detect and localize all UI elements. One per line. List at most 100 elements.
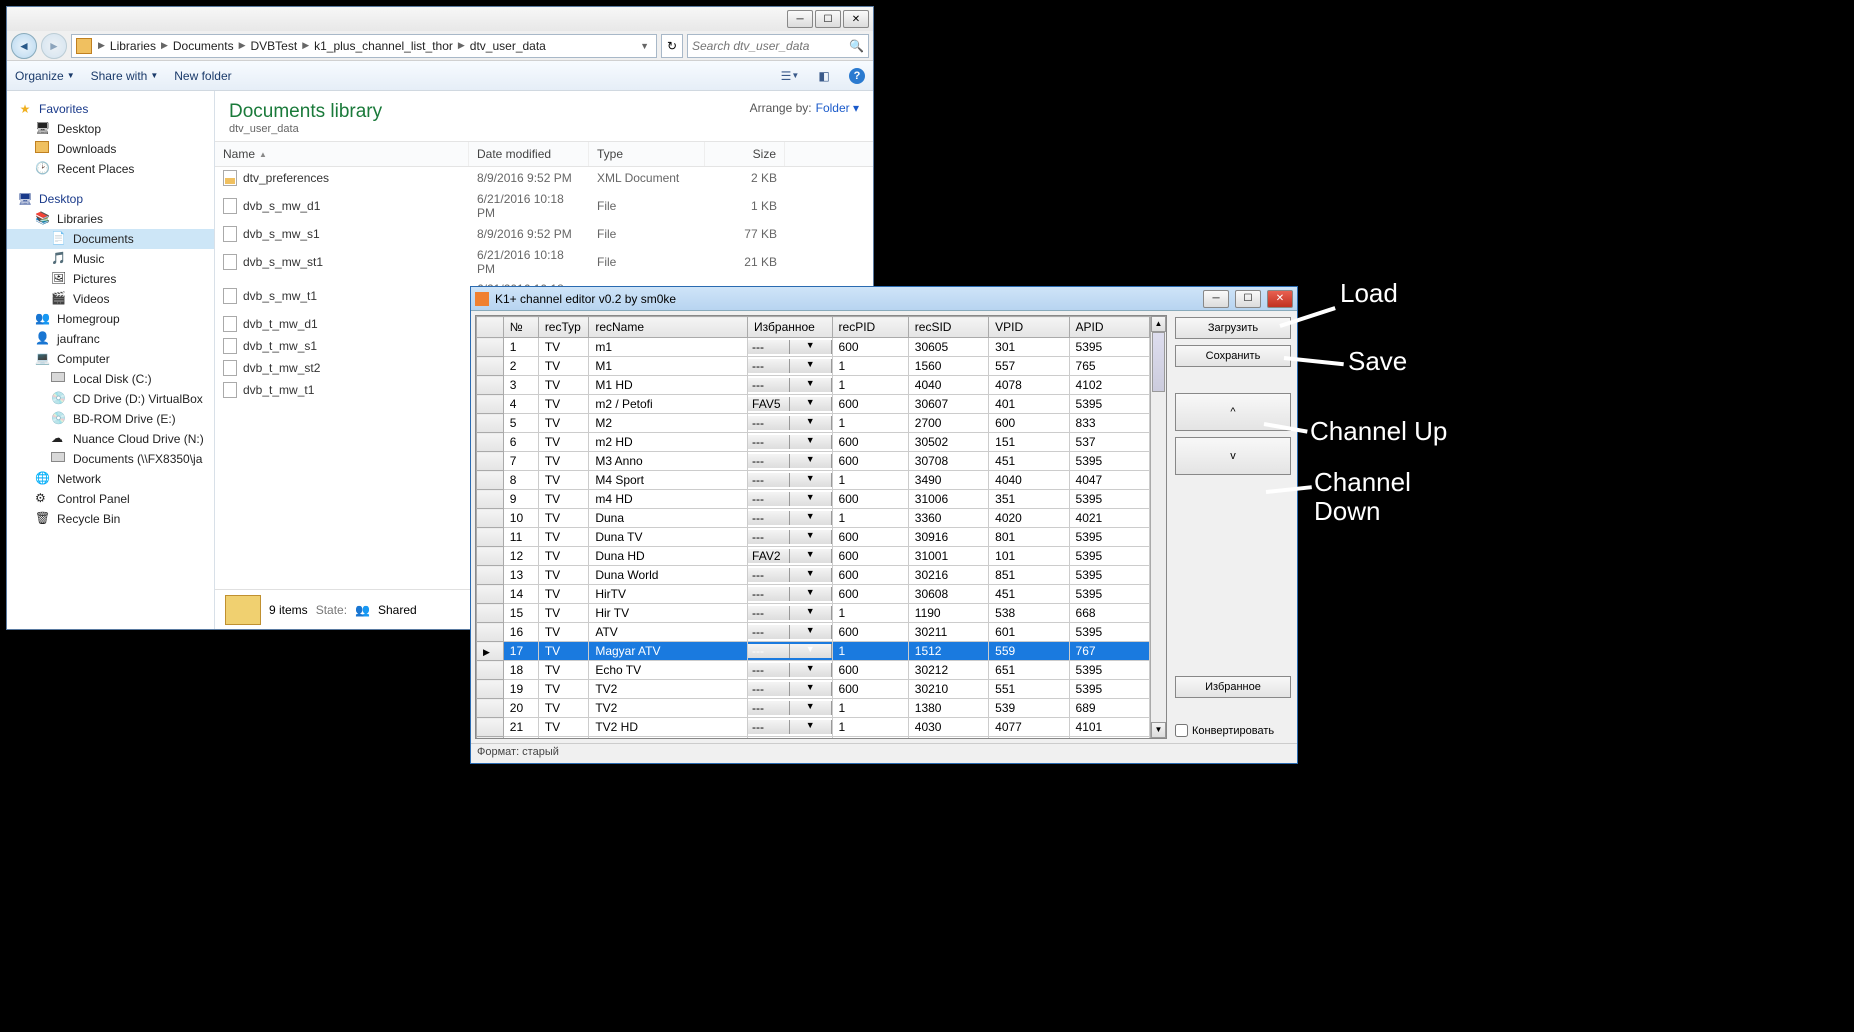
cell-sid[interactable]: 1190	[908, 604, 988, 623]
sidebar-item-drive-e[interactable]: 💿BD-ROM Drive (E:)	[7, 409, 214, 429]
cell-sid[interactable]: 30210	[908, 680, 988, 699]
cell-vpid[interactable]: 600	[989, 414, 1069, 433]
cell-apid[interactable]: 5395	[1069, 680, 1149, 699]
breadcrumb-item[interactable]: DVBTest	[248, 39, 301, 53]
grid-row[interactable]: 21TVTV2 HD---▼1403040774101	[477, 718, 1150, 737]
cell-apid[interactable]: 5395	[1069, 566, 1149, 585]
close-button[interactable]: ✕	[843, 10, 869, 28]
cell-sid[interactable]: 4030	[908, 718, 988, 737]
row-header[interactable]	[477, 528, 504, 547]
cell-pid[interactable]: 1	[832, 376, 908, 395]
dropdown-icon[interactable]: ▼	[790, 378, 832, 392]
cell-name[interactable]: ATV	[589, 623, 748, 642]
cell-pid[interactable]: 1	[832, 642, 908, 661]
cell-vpid[interactable]: 401	[989, 737, 1069, 739]
cell-fav[interactable]: ---▼	[748, 680, 833, 699]
row-header[interactable]	[477, 338, 504, 357]
sidebar-item-pictures[interactable]: 🖼Pictures	[7, 269, 214, 289]
cell-pid[interactable]: 600	[832, 490, 908, 509]
cell-sid[interactable]: 31006	[908, 490, 988, 509]
organize-button[interactable]: Organize▼	[15, 69, 75, 83]
cell-fav[interactable]: ---▼	[748, 376, 833, 395]
cell-pid[interactable]: 600	[832, 680, 908, 699]
cell-apid[interactable]: 5395	[1069, 490, 1149, 509]
cell-fav[interactable]: ---▼	[748, 452, 833, 471]
cell-vpid[interactable]: 4020	[989, 509, 1069, 528]
cell-apid[interactable]: 537	[1069, 433, 1149, 452]
cell-type[interactable]: TV	[538, 737, 589, 739]
cell-name[interactable]: M3 Anno	[589, 452, 748, 471]
share-with-button[interactable]: Share with▼	[91, 69, 159, 83]
sidebar-item-user[interactable]: 👤jaufranc	[7, 329, 214, 349]
row-header[interactable]	[477, 718, 504, 737]
cell-pid[interactable]: 1	[832, 414, 908, 433]
cell-apid[interactable]: 4047	[1069, 471, 1149, 490]
file-row[interactable]: dtv_preferences8/9/2016 9:52 PMXML Docum…	[215, 167, 873, 189]
row-header[interactable]	[477, 680, 504, 699]
sidebar-item-downloads[interactable]: Downloads	[7, 139, 214, 159]
grid-column-header[interactable]: recPID	[832, 317, 908, 338]
sidebar-item-recycle-bin[interactable]: 🗑Recycle Bin	[7, 509, 214, 529]
cell-type[interactable]: TV	[538, 661, 589, 680]
cell-name[interactable]: SuperTV2	[589, 737, 748, 739]
dropdown-icon[interactable]: ▼	[790, 644, 832, 658]
sidebar-item-netdrive[interactable]: Documents (\\FX8350\ja	[7, 449, 214, 469]
cell-vpid[interactable]: 601	[989, 623, 1069, 642]
sidebar-item-computer[interactable]: 💻Computer	[7, 349, 214, 369]
cell-type[interactable]: TV	[538, 528, 589, 547]
row-header[interactable]	[477, 566, 504, 585]
cell-apid[interactable]: 4102	[1069, 376, 1149, 395]
cell-vpid[interactable]: 151	[989, 433, 1069, 452]
grid-column-header[interactable]: recSID	[908, 317, 988, 338]
dropdown-icon[interactable]: ▼	[790, 530, 832, 544]
grid-column-header[interactable]: VPID	[989, 317, 1069, 338]
row-header[interactable]	[477, 509, 504, 528]
grid-row[interactable]: 11TVDuna TV---▼600309168015395	[477, 528, 1150, 547]
cell-vpid[interactable]: 557	[989, 357, 1069, 376]
cell-fav[interactable]: ---▼	[748, 357, 833, 376]
grid-row[interactable]: 12TVDuna HDFAV2▼600310011015395	[477, 547, 1150, 566]
cell-apid[interactable]: 5395	[1069, 395, 1149, 414]
sidebar-item-network[interactable]: 🌐Network	[7, 469, 214, 489]
cell-vpid[interactable]: 551	[989, 680, 1069, 699]
cell-vpid[interactable]: 4040	[989, 471, 1069, 490]
grid-row[interactable]: 4TVm2 / PetofiFAV5▼600306074015395	[477, 395, 1150, 414]
dropdown-icon[interactable]: ▼	[790, 549, 832, 563]
grid-row[interactable]: 7TVM3 Anno---▼600307084515395	[477, 452, 1150, 471]
cell-num[interactable]: 5	[503, 414, 538, 433]
cell-fav[interactable]: ---▼	[748, 585, 833, 604]
cell-pid[interactable]: 600	[832, 433, 908, 452]
cell-apid[interactable]: 5395	[1069, 661, 1149, 680]
cell-type[interactable]: TV	[538, 490, 589, 509]
preview-pane-button[interactable]: ◧	[815, 67, 833, 85]
cell-fav[interactable]: FAV2▼	[748, 547, 833, 566]
cell-num[interactable]: 19	[503, 680, 538, 699]
cell-sid[interactable]: 1380	[908, 699, 988, 718]
grid-row[interactable]: 3TVM1 HD---▼1404040784102	[477, 376, 1150, 395]
search-icon[interactable]: 🔍	[849, 39, 864, 53]
cell-type[interactable]: TV	[538, 357, 589, 376]
row-header[interactable]	[477, 490, 504, 509]
cell-num[interactable]: 18	[503, 661, 538, 680]
row-header[interactable]	[477, 604, 504, 623]
cell-sid[interactable]: 30212	[908, 661, 988, 680]
cell-vpid[interactable]: 4078	[989, 376, 1069, 395]
breadcrumb-item[interactable]: Documents	[170, 39, 237, 53]
row-header[interactable]	[477, 547, 504, 566]
cell-pid[interactable]: 600	[832, 547, 908, 566]
dropdown-icon[interactable]: ▼	[790, 473, 832, 487]
cell-pid[interactable]: 600	[832, 395, 908, 414]
dropdown-icon[interactable]: ▼	[790, 606, 832, 620]
cell-sid[interactable]: 2700	[908, 414, 988, 433]
dropdown-icon[interactable]: ▼	[790, 340, 832, 354]
dropdown-icon[interactable]: ▼	[790, 416, 832, 430]
cell-name[interactable]: M1 HD	[589, 376, 748, 395]
grid-row[interactable]: 15TVHir TV---▼11190538668	[477, 604, 1150, 623]
dropdown-icon[interactable]: ▼	[790, 625, 832, 639]
cell-pid[interactable]: 1	[832, 509, 908, 528]
grid-column-header[interactable]: Избранное	[748, 317, 833, 338]
cell-name[interactable]: Duna World	[589, 566, 748, 585]
file-row[interactable]: dvb_s_mw_s18/9/2016 9:52 PMFile77 KB	[215, 223, 873, 245]
cell-pid[interactable]: 1	[832, 604, 908, 623]
close-button[interactable]: ✕	[1267, 290, 1293, 308]
